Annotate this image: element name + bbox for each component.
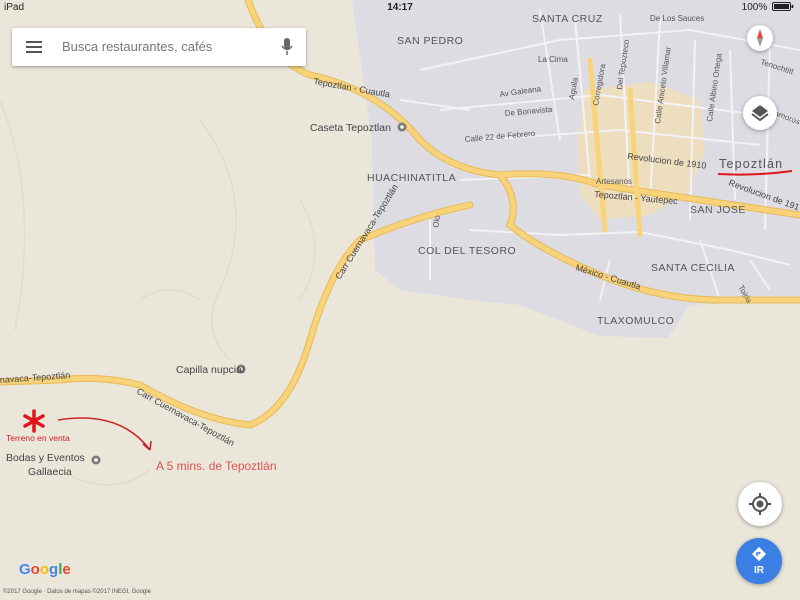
google-logo: Google [19, 561, 71, 578]
compass-icon [757, 29, 763, 47]
street-label: La Cima [538, 55, 568, 64]
menu-icon[interactable] [26, 41, 42, 53]
street-label: Artesanos [596, 177, 632, 186]
status-time: 14:17 [387, 2, 413, 13]
crosshair-icon [749, 493, 771, 515]
directions-button[interactable]: IR [736, 538, 782, 584]
directions-icon [751, 546, 767, 562]
layers-button[interactable] [743, 96, 777, 130]
poi-label-capilla: Capilla nupcial [176, 364, 244, 376]
label-huachinatitla: HUACHINATITLA [367, 172, 456, 184]
battery-percent: 100% [741, 2, 768, 13]
distance-note: A 5 mins. de Tepoztlán [156, 459, 277, 473]
search-bar[interactable]: Busca restaurantes, cafés [12, 28, 306, 66]
search-input[interactable]: Busca restaurantes, cafés [62, 39, 212, 54]
compass-button[interactable] [747, 25, 773, 51]
status-bar: iPad 14:17 100% [0, 0, 800, 16]
layers-icon [751, 105, 769, 122]
label-san-jose: SAN JOSE [690, 204, 746, 216]
poi-label-bodas: Bodas y Eventos [6, 452, 85, 464]
poi-label-caseta: Caseta Tepoztlan [310, 122, 391, 134]
label-san-pedro: SAN PEDRO [397, 35, 463, 47]
directions-label: IR [754, 565, 764, 576]
battery-level: 100% [742, 2, 794, 13]
city-label: Tepoztlán [719, 157, 783, 171]
poi-label-gallaecia: Gallaecia [28, 466, 72, 478]
poi-marker-bodas[interactable] [91, 455, 101, 465]
battery-icon [772, 2, 794, 11]
label-tlaxomulco: TLAXOMULCO [597, 315, 674, 327]
map-canvas[interactable]: SANTA CRUZ SAN PEDRO HUACHINATITLA COL D… [0, 0, 800, 600]
my-location-button[interactable] [738, 482, 782, 526]
lot-label: Terreno en venta [6, 433, 70, 443]
label-santa-cecilia: SANTA CECILIA [651, 262, 735, 274]
map-attribution: ©2017 Google · Datos de mapas ©2017 INEG… [3, 589, 151, 595]
poi-marker-caseta[interactable] [397, 122, 407, 132]
label-col-del-tesoro: COL DEL TESORO [418, 245, 516, 257]
microphone-icon[interactable] [280, 38, 294, 56]
